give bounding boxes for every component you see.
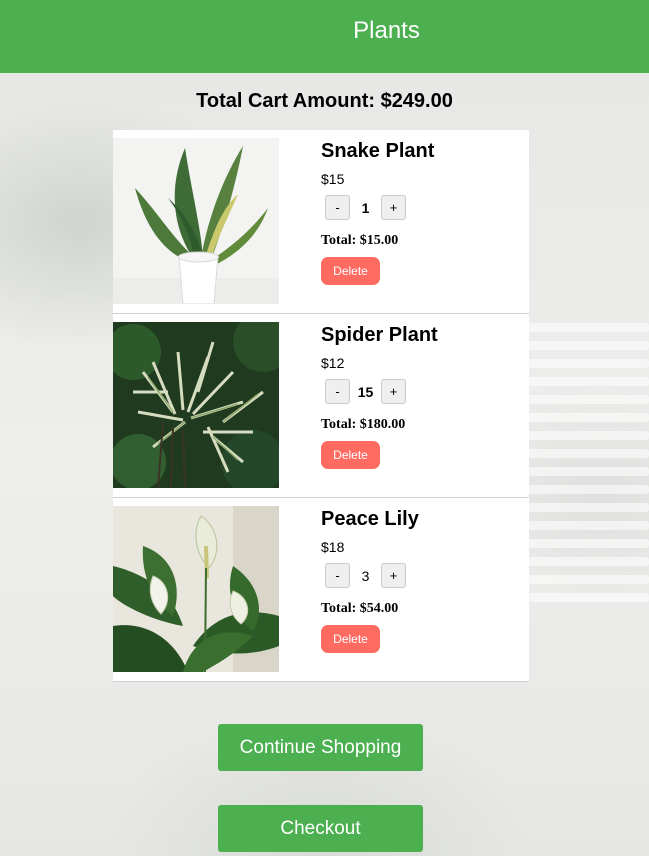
- cart-item-spider-plant: Spider Plant $12 - 15 + Total: $180.00 D…: [113, 314, 529, 498]
- item-total: Total: $15.00: [321, 233, 399, 248]
- decrement-button[interactable]: -: [325, 563, 350, 588]
- quantity-value: 1: [361, 199, 370, 216]
- increment-button[interactable]: +: [381, 379, 406, 404]
- header-title: Plants: [353, 17, 420, 44]
- app-header: Plants: [0, 0, 649, 73]
- item-total: Total: $54.00: [321, 601, 399, 616]
- increment-button[interactable]: +: [381, 563, 406, 588]
- item-name: Spider Plant: [321, 324, 438, 346]
- peace-lily-image: [113, 506, 279, 672]
- item-total: Total: $180.00: [321, 417, 406, 432]
- continue-shopping-button[interactable]: Continue Shopping: [218, 724, 423, 771]
- quantity-value: 15: [357, 383, 374, 400]
- cart-item-snake-plant: Snake Plant $15 - 1 + Total: $15.00 Dele…: [113, 130, 529, 314]
- background-text-blur: [528, 323, 649, 611]
- quantity-stepper: - 15 +: [325, 378, 406, 405]
- decrement-button[interactable]: -: [325, 379, 350, 404]
- cart-total-amount: Total Cart Amount: $249.00: [196, 90, 453, 112]
- quantity-value: 3: [361, 567, 370, 584]
- decrement-button[interactable]: -: [325, 195, 350, 220]
- delete-button[interactable]: Delete: [321, 441, 380, 469]
- item-price: $15: [321, 171, 345, 187]
- cart-item-peace-lily: Peace Lily $18 - 3 + Total: $54.00 Delet…: [113, 498, 529, 682]
- snake-plant-image: [113, 138, 279, 304]
- delete-button[interactable]: Delete: [321, 625, 380, 653]
- delete-button[interactable]: Delete: [321, 257, 380, 285]
- spider-plant-image: [113, 322, 279, 488]
- increment-button[interactable]: +: [381, 195, 406, 220]
- cart-item-list: Snake Plant $15 - 1 + Total: $15.00 Dele…: [113, 130, 529, 682]
- item-price: $18: [321, 539, 345, 555]
- item-price: $12: [321, 355, 345, 371]
- quantity-stepper: - 1 +: [325, 194, 406, 221]
- checkout-button[interactable]: Checkout: [218, 805, 423, 852]
- item-name: Peace Lily: [321, 508, 419, 530]
- item-name: Snake Plant: [321, 140, 435, 162]
- quantity-stepper: - 3 +: [325, 562, 406, 589]
